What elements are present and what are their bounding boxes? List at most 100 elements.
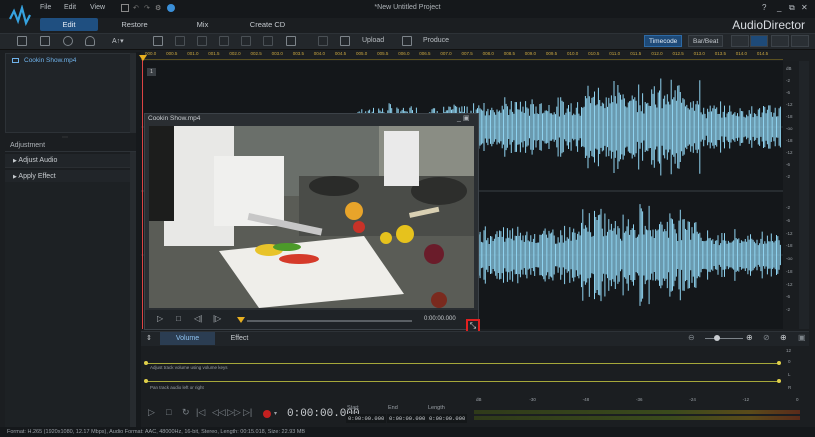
- mode-tab-mix[interactable]: Mix: [185, 18, 220, 31]
- ruler-tick-label: 010.5: [588, 51, 600, 56]
- adjustment-content: [5, 182, 130, 427]
- ruler-tick-label: 000.5: [166, 51, 178, 56]
- preview-prev-frame-button[interactable]: ◁|: [194, 314, 202, 323]
- preview-seek-marker[interactable]: [237, 317, 245, 323]
- volume-scale-top: 12: [786, 348, 792, 353]
- tab-volume[interactable]: Volume: [160, 332, 215, 345]
- ruler-tick-label: 005.0: [356, 51, 368, 56]
- rewind-button[interactable]: ◁◁: [212, 407, 226, 418]
- loop-icon[interactable]: [318, 36, 328, 46]
- record-dropdown-icon[interactable]: ▾: [274, 410, 277, 417]
- trim-icon[interactable]: [263, 36, 273, 46]
- track-scrollbar[interactable]: [799, 61, 809, 329]
- produce-button[interactable]: Produce: [423, 37, 449, 44]
- ruler-tick-label: 008.0: [482, 51, 494, 56]
- db-tick-label: -2: [786, 174, 791, 179]
- delete-icon[interactable]: [241, 36, 251, 46]
- db-tick-label: -6: [786, 90, 791, 95]
- record-button[interactable]: [263, 410, 271, 418]
- go-to-end-button[interactable]: ▷|: [243, 407, 252, 418]
- end-label: End: [388, 405, 398, 411]
- zoom-in-icon[interactable]: ⊕: [746, 333, 753, 342]
- preview-next-frame-button[interactable]: |▷: [213, 314, 221, 323]
- paste-icon[interactable]: [219, 36, 229, 46]
- preview-title: Cookin Show.mp4: [148, 115, 201, 122]
- help-button[interactable]: ?: [762, 3, 766, 12]
- mode-tab-edit[interactable]: Edit: [40, 18, 98, 31]
- volume-lane[interactable]: [141, 347, 783, 369]
- loop-button[interactable]: ↻: [182, 407, 190, 418]
- ruler-tick-label: 004.5: [334, 51, 347, 56]
- cut-icon[interactable]: [175, 36, 185, 46]
- zoom-out-icon[interactable]: ⊖: [688, 333, 695, 342]
- text-tool-button[interactable]: A↑▾: [112, 37, 124, 45]
- cd-import-icon[interactable]: [63, 36, 73, 46]
- length-time[interactable]: 0:00:00.000: [427, 414, 468, 423]
- collapse-lanes-icon[interactable]: ⇕: [146, 334, 152, 342]
- preview-play-button[interactable]: ▷: [157, 314, 163, 323]
- playhead-marker[interactable]: [139, 55, 147, 61]
- ruler-tick-label: 001.5: [208, 51, 220, 56]
- end-time[interactable]: 0:00:00.000: [387, 414, 428, 423]
- play-button[interactable]: ▷: [148, 407, 155, 418]
- mixdown-icon[interactable]: [340, 36, 350, 46]
- tab-effect[interactable]: Effect: [217, 332, 262, 345]
- ruler-tick-label: 002.0: [229, 51, 241, 56]
- zoom-slider[interactable]: [705, 338, 743, 339]
- pan-keyframe[interactable]: [144, 379, 148, 383]
- go-to-start-button[interactable]: |◁: [196, 407, 205, 418]
- restore-button[interactable]: ⧉: [789, 3, 795, 13]
- db-tick-label: -6: [786, 162, 791, 167]
- preview-seek-bar[interactable]: [247, 320, 412, 322]
- db-tick-label: -6: [786, 294, 791, 300]
- zoom-selection-icon[interactable]: ⊕: [780, 333, 787, 342]
- adjust-audio-item[interactable]: ▶ Adjust Audio: [5, 154, 136, 168]
- volume-keyframe[interactable]: [144, 361, 148, 365]
- zoom-full-icon[interactable]: ▣: [798, 333, 806, 342]
- preview-stop-button[interactable]: □: [176, 314, 181, 323]
- mode-tab-create-cd[interactable]: Create CD: [245, 18, 290, 31]
- minimize-button[interactable]: _: [777, 3, 781, 12]
- db-tick-label: dB: [786, 66, 792, 71]
- fit-view-icon[interactable]: [731, 35, 749, 47]
- db-tick-label: -oo: [786, 126, 793, 131]
- fast-forward-button[interactable]: ▷▷: [227, 407, 241, 418]
- preview-window-controls[interactable]: _ ▣: [457, 114, 469, 122]
- pan-envelope[interactable]: [146, 381, 780, 382]
- close-button[interactable]: ✕: [801, 3, 808, 12]
- ruler-tick-label: 009.5: [545, 51, 558, 56]
- volume-envelope[interactable]: [146, 363, 780, 364]
- playhead-line[interactable]: [142, 57, 143, 329]
- copy-icon[interactable]: [197, 36, 207, 46]
- timecode-toggle[interactable]: Timecode: [644, 35, 683, 47]
- db-tick-label: -18: [786, 243, 793, 249]
- level-view-icon[interactable]: [791, 35, 809, 47]
- stop-button[interactable]: □: [166, 407, 171, 417]
- ruler-tick-label: 012.0: [651, 51, 663, 56]
- waveform-view-icon[interactable]: [771, 35, 789, 47]
- db-tick-label: -18: [786, 114, 793, 119]
- upload-button[interactable]: Upload: [362, 37, 384, 44]
- mode-tab-restore[interactable]: Restore: [112, 18, 157, 31]
- cloud-icon[interactable]: [85, 36, 95, 46]
- volume-keyframe[interactable]: [777, 361, 781, 365]
- produce-icon[interactable]: [402, 36, 412, 46]
- meter-tick-label: dB: [476, 397, 482, 402]
- media-library-panel: [5, 53, 136, 133]
- start-label: Start: [347, 405, 359, 411]
- add-media-icon[interactable]: [40, 36, 50, 46]
- select-tool-icon[interactable]: [153, 36, 163, 46]
- db-tick-label: -18: [786, 268, 793, 274]
- zoom-slider-knob[interactable]: [714, 335, 720, 341]
- zoom-fit-icon[interactable]: ⊘: [763, 333, 770, 342]
- bar-beat-toggle[interactable]: Bar/Beat: [688, 35, 724, 47]
- import-media-icon[interactable]: [17, 36, 27, 46]
- start-time[interactable]: 0:00:00.000: [346, 414, 387, 423]
- db-tick-label: -18: [786, 138, 793, 143]
- expand-arrow-icon: ▶: [13, 174, 17, 180]
- media-item[interactable]: Cookin Show.mp4: [24, 57, 76, 64]
- pan-keyframe[interactable]: [777, 379, 781, 383]
- spectral-view-icon[interactable]: [750, 35, 768, 47]
- expand-icon: ⤡: [469, 321, 477, 330]
- marker-dropdown-icon[interactable]: [286, 36, 296, 46]
